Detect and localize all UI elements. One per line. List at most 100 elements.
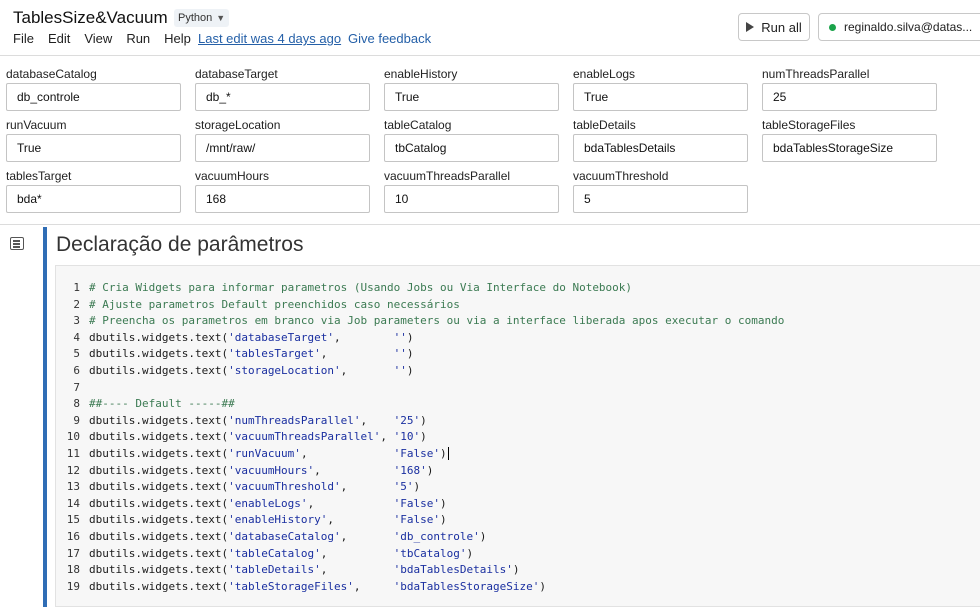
run-all-button[interactable]: Run all (738, 13, 810, 41)
code-token: dbutils.widgets.text( (89, 513, 229, 527)
code-line: dbutils.widgets.text('storageLocation', … (89, 363, 784, 380)
widget-tableDetails: tableDetails bdaTablesDetails (573, 118, 762, 162)
widget-label: tableCatalog (384, 118, 452, 132)
code-string: 'bdaTablesDetails' (393, 563, 513, 577)
code-line: dbutils.widgets.text('tablesTarget', '') (89, 346, 784, 363)
widget-label: storageLocation (195, 118, 281, 132)
widget-input[interactable]: 25 (762, 83, 937, 111)
widget-label: numThreadsParallel (762, 67, 870, 81)
table-of-contents-icon[interactable] (10, 237, 24, 250)
code-comment: # Cria Widgets para informar parametros … (89, 281, 633, 294)
line-number: 14 (66, 496, 80, 510)
line-number: 15 (66, 513, 80, 527)
code-token: , (340, 480, 394, 494)
active-cell-indicator (43, 227, 47, 607)
code-line: dbutils.widgets.text('databaseCatalog', … (89, 529, 784, 546)
code-token: dbutils.widgets.text( (89, 563, 229, 577)
widget-input[interactable]: bdaTablesStorageSize (762, 134, 937, 162)
line-number: 3 (73, 314, 80, 328)
code-token: ) (539, 579, 546, 593)
cluster-selector[interactable]: reginaldo.silva@datas... (818, 13, 980, 41)
line-number: 8 (73, 397, 80, 411)
code-token: , (340, 363, 394, 377)
widget-enableHistory: enableHistory True (384, 67, 573, 111)
widget-numThreadsParallel: numThreadsParallel 25 (762, 67, 951, 111)
cell-title[interactable]: Declaração de parâmetros (56, 233, 303, 257)
widget-input[interactable]: bda* (6, 185, 181, 213)
code-string: 'storageLocation' (228, 363, 341, 377)
widget-input[interactable]: True (384, 83, 559, 111)
widget-input[interactable]: 5 (573, 185, 748, 213)
line-number: 5 (73, 347, 80, 361)
widget-row-2: runVacuum True storageLocation/mnt/raw/ t… (6, 118, 951, 162)
code-token: dbutils.widgets.text( (89, 480, 229, 494)
widget-tableStorageFiles: tableStorageFiles bdaTablesStorageSize (762, 118, 951, 162)
cluster-name: reginaldo.silva@datas... (844, 20, 973, 34)
menu-help[interactable]: Help (164, 31, 191, 46)
code-line: dbutils.widgets.text('enableHistory', 'F… (89, 512, 784, 529)
code-string: '' (393, 330, 407, 344)
code-token: ) (479, 529, 487, 543)
line-number: 6 (73, 363, 80, 377)
menu-file[interactable]: File (13, 31, 34, 46)
code-string: 'False' (393, 513, 441, 527)
widget-label: vacuumHours (195, 169, 270, 183)
code-token: ) (420, 413, 427, 427)
code-token: , (314, 463, 394, 477)
widget-input[interactable]: /mnt/raw/ (195, 134, 370, 162)
notebook-header: TablesSize&Vacuum Python ▼ File Edit Vie… (0, 0, 980, 56)
notebook-title[interactable]: TablesSize&Vacuum (13, 8, 168, 28)
code-token: ) (406, 347, 414, 361)
code-token: , (307, 496, 394, 510)
code-token: dbutils.widgets.text( (89, 463, 229, 477)
last-edit-link[interactable]: Last edit was 4 days ago (198, 31, 341, 46)
code-string: 'vacuumHours' (228, 463, 315, 477)
widget-input[interactable]: True (573, 83, 748, 111)
widget-input[interactable]: 168 (195, 185, 370, 213)
widget-input[interactable]: tbCatalog (384, 134, 559, 162)
code-line: # Cria Widgets para informar parametros … (89, 280, 784, 297)
widget-input[interactable]: db_* (195, 83, 370, 111)
menu-run[interactable]: Run (126, 31, 150, 46)
line-number: 1 (73, 281, 80, 294)
code-string: '5' (393, 480, 414, 494)
language-selector[interactable]: Python ▼ (174, 9, 230, 27)
widget-label: vacuumThreshold (573, 169, 669, 183)
code-token: , (327, 513, 394, 527)
widget-label: tableDetails (573, 118, 636, 132)
code-token: , (380, 430, 394, 444)
code-token: dbutils.widgets.text( (89, 347, 229, 361)
widget-input[interactable]: True (6, 134, 181, 162)
line-number: 2 (73, 297, 80, 311)
code-string: 'enableLogs' (228, 496, 308, 510)
line-number: 10 (66, 430, 80, 444)
code-token: , (320, 563, 394, 577)
code-editor[interactable]: 1 2 3 4 5 6 7 8 9 10 11 12 13 14 15 16 17 18 19 # Cria Wid… (55, 265, 980, 607)
code-line: dbutils.widgets.text('tableDetails', 'bd… (89, 562, 784, 579)
play-icon (746, 22, 755, 32)
line-number: 4 (73, 330, 80, 344)
widget-input[interactable]: db_controle (6, 83, 181, 111)
widget-label: enableLogs (573, 67, 636, 81)
code-line: dbutils.widgets.text('tableStorageFiles'… (89, 579, 784, 596)
code-comment: # Ajuste parametros Default preenchidos … (89, 297, 460, 311)
menu-view[interactable]: View (84, 31, 112, 46)
code-string: 'enableHistory' (228, 513, 328, 527)
code-string: 'runVacuum' (228, 446, 301, 460)
widget-input[interactable]: 10 (384, 185, 559, 213)
code-string: 'bdaTablesStorageSize' (393, 579, 540, 593)
code-line: dbutils.widgets.text('databaseTarget', '… (89, 330, 784, 347)
code-token: , (320, 347, 394, 361)
widget-tableCatalog: tableCatalog tbCatalog (384, 118, 573, 162)
give-feedback-link[interactable]: Give feedback (348, 31, 431, 46)
code-token: dbutils.widgets.text( (89, 363, 229, 377)
code-string: '25' (393, 413, 421, 427)
code-token: dbutils.widgets.text( (89, 496, 229, 510)
code-token: ) (512, 563, 520, 577)
widget-row-1: databaseCatalog db_controle databaseTarge… (6, 67, 951, 111)
line-number: 7 (73, 380, 80, 394)
widget-vacuumThreshold: vacuumThreshold 5 (573, 169, 762, 213)
menu-edit[interactable]: Edit (48, 31, 70, 46)
widget-input[interactable]: bdaTablesDetails (573, 134, 748, 162)
